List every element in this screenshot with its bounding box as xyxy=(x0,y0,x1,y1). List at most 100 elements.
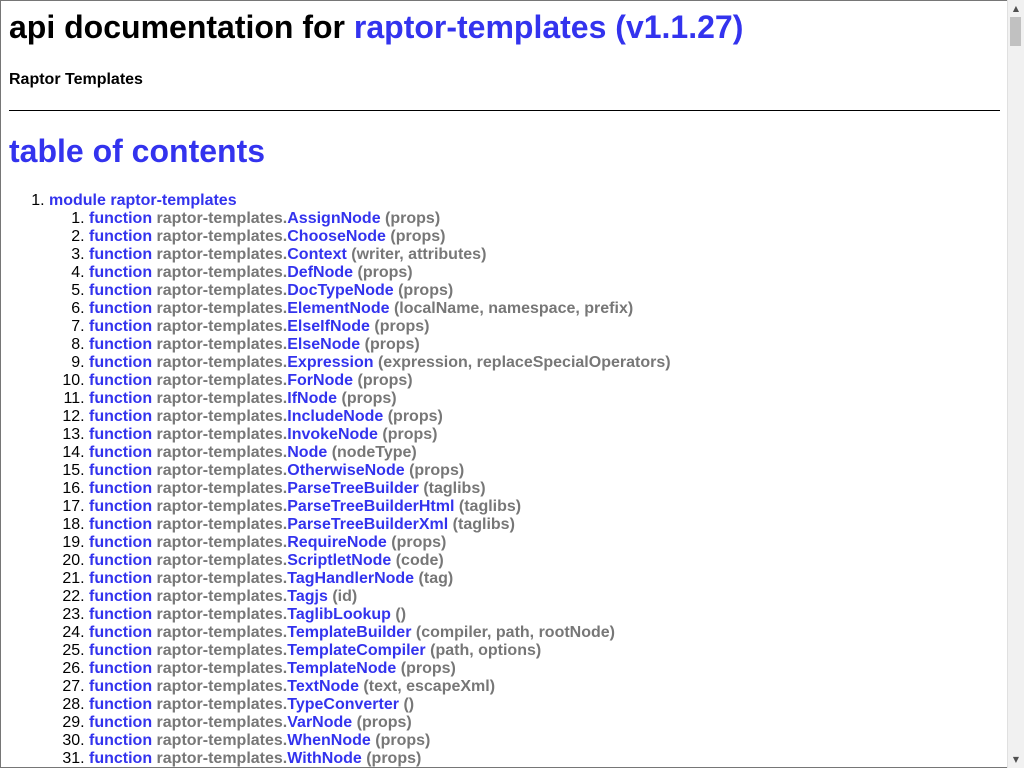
function-link[interactable]: function raptor-templates.TemplateCompil… xyxy=(89,642,426,659)
function-item: function raptor-templates.ElseIfNode (pr… xyxy=(89,318,1000,336)
function-link[interactable]: function raptor-templates.ParseTreeBuild… xyxy=(89,498,454,515)
function-item: function raptor-templates.VarNode (props… xyxy=(89,714,1000,732)
function-keyword: function xyxy=(89,570,153,587)
function-link[interactable]: function raptor-templates.WithNode xyxy=(89,750,362,767)
function-link[interactable]: function raptor-templates.Tagjs xyxy=(89,588,328,605)
function-item: function raptor-templates.TagHandlerNode… xyxy=(89,570,1000,588)
function-namespace: raptor-templates. xyxy=(156,516,288,533)
function-link[interactable]: function raptor-templates.Context xyxy=(89,246,347,263)
function-link[interactable]: function raptor-templates.TypeConverter xyxy=(89,696,399,713)
function-keyword: function xyxy=(89,210,153,227)
function-link[interactable]: function raptor-templates.DocTypeNode xyxy=(89,282,394,299)
function-item: function raptor-templates.DefNode (props… xyxy=(89,264,1000,282)
function-item: function raptor-templates.InvokeNode (pr… xyxy=(89,426,1000,444)
function-name: TypeConverter xyxy=(287,696,399,713)
function-keyword: function xyxy=(89,354,153,371)
function-link[interactable]: function raptor-templates.ElseIfNode xyxy=(89,318,370,335)
function-link[interactable]: function raptor-templates.DefNode xyxy=(89,264,353,281)
function-name: ParseTreeBuilderHtml xyxy=(287,498,455,515)
module-link[interactable]: module raptor-templates xyxy=(49,192,237,209)
function-item: function raptor-templates.TemplateNode (… xyxy=(89,660,1000,678)
function-link[interactable]: function raptor-templates.Expression xyxy=(89,354,374,371)
page-title: api documentation for raptor-templates (… xyxy=(9,7,1000,47)
function-signature: () xyxy=(403,696,415,713)
function-link[interactable]: function raptor-templates.WhenNode xyxy=(89,732,371,749)
function-signature: (props) xyxy=(357,372,413,389)
function-name: ElseNode xyxy=(287,336,361,353)
function-link[interactable]: function raptor-templates.Node xyxy=(89,444,327,461)
function-name: Node xyxy=(287,444,328,461)
function-name: TemplateBuilder xyxy=(287,624,412,641)
function-signature: (id) xyxy=(332,588,358,605)
function-keyword: function xyxy=(89,390,153,407)
function-keyword: function xyxy=(89,732,153,749)
function-link[interactable]: function raptor-templates.OtherwiseNode xyxy=(89,462,405,479)
function-namespace: raptor-templates. xyxy=(156,462,288,479)
function-name: WhenNode xyxy=(287,732,371,749)
function-link[interactable]: function raptor-templates.InvokeNode xyxy=(89,426,378,443)
function-link[interactable]: function raptor-templates.TemplateNode xyxy=(89,660,396,677)
function-namespace: raptor-templates. xyxy=(156,678,288,695)
function-link[interactable]: function raptor-templates.TemplateBuilde… xyxy=(89,624,411,641)
function-keyword: function xyxy=(89,336,153,353)
function-link[interactable]: function raptor-templates.TagHandlerNode xyxy=(89,570,414,587)
function-link[interactable]: function raptor-templates.TaglibLookup xyxy=(89,606,391,623)
function-keyword: function xyxy=(89,750,153,767)
function-name: DefNode xyxy=(287,264,354,281)
function-name: OtherwiseNode xyxy=(287,462,405,479)
function-name: ElementNode xyxy=(287,300,390,317)
function-namespace: raptor-templates. xyxy=(156,480,288,497)
function-link[interactable]: function raptor-templates.AssignNode xyxy=(89,210,381,227)
function-keyword: function xyxy=(89,534,153,551)
function-link[interactable]: function raptor-templates.ChooseNode xyxy=(89,228,386,245)
function-link[interactable]: function raptor-templates.VarNode xyxy=(89,714,352,731)
scroll-thumb[interactable] xyxy=(1010,17,1021,46)
function-name: ScriptletNode xyxy=(287,552,392,569)
function-item: function raptor-templates.RequireNode (p… xyxy=(89,534,1000,552)
function-link[interactable]: function raptor-templates.ElementNode xyxy=(89,300,390,317)
function-name: InvokeNode xyxy=(287,426,378,443)
function-link[interactable]: function raptor-templates.ParseTreeBuild… xyxy=(89,516,448,533)
function-keyword: function xyxy=(89,318,153,335)
function-name: Context xyxy=(287,246,347,263)
scroll-down-arrow[interactable]: ▼ xyxy=(1008,751,1024,768)
function-item: function raptor-templates.Node (nodeType… xyxy=(89,444,1000,462)
function-link[interactable]: function raptor-templates.RequireNode xyxy=(89,534,387,551)
function-link[interactable]: function raptor-templates.ForNode xyxy=(89,372,353,389)
function-namespace: raptor-templates. xyxy=(156,642,288,659)
function-link[interactable]: function raptor-templates.ScriptletNode xyxy=(89,552,391,569)
divider xyxy=(9,110,1000,111)
function-signature: (props) xyxy=(356,714,412,731)
function-keyword: function xyxy=(89,498,153,515)
vertical-scrollbar[interactable]: ▲ ▼ xyxy=(1007,0,1024,768)
function-link[interactable]: function raptor-templates.TextNode xyxy=(89,678,359,695)
function-signature: (props) xyxy=(409,462,465,479)
function-keyword: function xyxy=(89,444,153,461)
function-name: TemplateNode xyxy=(287,660,397,677)
function-link[interactable]: function raptor-templates.IfNode xyxy=(89,390,337,407)
function-item: function raptor-templates.ForNode (props… xyxy=(89,372,1000,390)
function-link[interactable]: function raptor-templates.ParseTreeBuild… xyxy=(89,480,419,497)
function-keyword: function xyxy=(89,246,153,263)
function-link[interactable]: function raptor-templates.ElseNode xyxy=(89,336,360,353)
function-name: TagHandlerNode xyxy=(287,570,415,587)
module-item: module raptor-templatesfunction raptor-t… xyxy=(49,192,1000,767)
function-item: function raptor-templates.ElseNode (prop… xyxy=(89,336,1000,354)
function-namespace: raptor-templates. xyxy=(156,444,288,461)
function-link[interactable]: function raptor-templates.IncludeNode xyxy=(89,408,383,425)
function-item: function raptor-templates.ElementNode (l… xyxy=(89,300,1000,318)
function-namespace: raptor-templates. xyxy=(156,210,288,227)
function-item: function raptor-templates.ParseTreeBuild… xyxy=(89,480,1000,498)
package-link[interactable]: raptor-templates (v1.1.27) xyxy=(354,9,743,45)
function-namespace: raptor-templates. xyxy=(156,408,288,425)
function-item: function raptor-templates.ChooseNode (pr… xyxy=(89,228,1000,246)
scroll-up-arrow[interactable]: ▲ xyxy=(1008,0,1024,17)
function-item: function raptor-templates.ParseTreeBuild… xyxy=(89,516,1000,534)
function-namespace: raptor-templates. xyxy=(156,660,288,677)
function-name: Tagjs xyxy=(287,588,328,605)
function-signature: (props) xyxy=(357,264,413,281)
function-name: TaglibLookup xyxy=(287,606,391,623)
function-namespace: raptor-templates. xyxy=(156,498,288,515)
function-keyword: function xyxy=(89,426,153,443)
function-item: function raptor-templates.WhenNode (prop… xyxy=(89,732,1000,750)
